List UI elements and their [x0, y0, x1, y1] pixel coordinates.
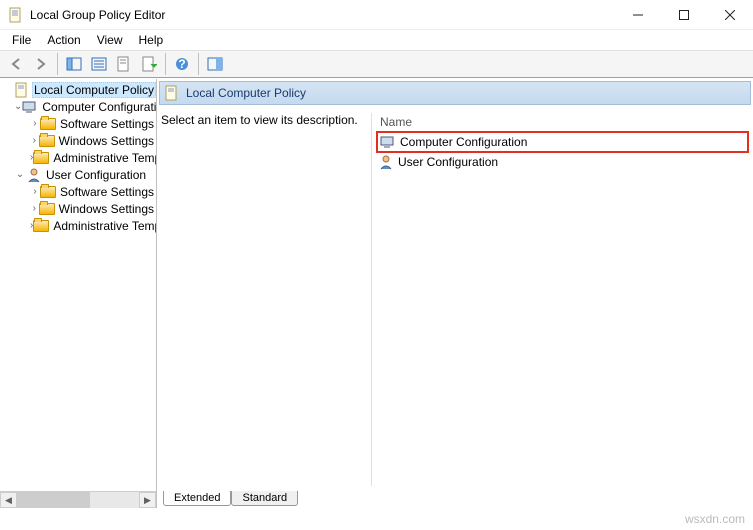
- tree-computer-configuration[interactable]: ⌄ Computer Configuration: [0, 98, 156, 115]
- workspace: Local Computer Policy ⌄ Computer Configu…: [0, 78, 753, 508]
- expand-icon[interactable]: ›: [30, 135, 39, 146]
- description-text: Select an item to view its description.: [161, 113, 371, 486]
- properties-button[interactable]: [112, 52, 136, 76]
- menu-action[interactable]: Action: [39, 31, 88, 49]
- scroll-track[interactable]: [17, 492, 139, 508]
- folder-icon: [39, 133, 55, 149]
- detail-header: Local Computer Policy: [159, 81, 751, 105]
- tree-admin-templates[interactable]: › Administrative Templates: [0, 149, 156, 166]
- menu-help[interactable]: Help: [131, 31, 172, 49]
- tree-label: Administrative Templates: [51, 151, 157, 165]
- policy-tree[interactable]: Local Computer Policy ⌄ Computer Configu…: [0, 79, 156, 234]
- tree-label: Software Settings: [58, 117, 156, 131]
- tree-root[interactable]: Local Computer Policy: [0, 81, 156, 98]
- expand-icon[interactable]: ›: [30, 118, 40, 129]
- toolbar-separator: [165, 53, 166, 75]
- policy-icon: [14, 82, 30, 98]
- tree-label: Software Settings: [58, 185, 156, 199]
- tab-standard[interactable]: Standard: [231, 491, 298, 506]
- forward-button[interactable]: [29, 52, 53, 76]
- folder-icon: [33, 218, 49, 234]
- tree-software-settings[interactable]: › Software Settings: [0, 115, 156, 132]
- tree-user-configuration[interactable]: ⌄ User Configuration: [0, 166, 156, 183]
- menu-file[interactable]: File: [4, 31, 39, 49]
- detail-pane: Local Computer Policy Select an item to …: [157, 79, 753, 508]
- title-bar: Local Group Policy Editor: [0, 0, 753, 30]
- expand-icon[interactable]: ›: [30, 203, 39, 214]
- tab-extended[interactable]: Extended: [163, 491, 231, 506]
- collapse-icon[interactable]: ⌄: [14, 101, 22, 112]
- window-title: Local Group Policy Editor: [30, 8, 615, 22]
- tree-horizontal-scrollbar[interactable]: ◀ ▶: [0, 491, 156, 508]
- toolbar: ?: [0, 50, 753, 78]
- watermark: wsxdn.com: [685, 512, 745, 526]
- tree-label: Windows Settings: [57, 202, 156, 216]
- scroll-thumb[interactable]: [17, 492, 90, 508]
- tree-admin-templates[interactable]: › Administrative Templates: [0, 217, 156, 234]
- list-item-user-configuration[interactable]: User Configuration: [376, 153, 749, 171]
- column-header-name[interactable]: Name: [376, 113, 749, 131]
- list-item-computer-configuration[interactable]: Computer Configuration: [376, 131, 749, 153]
- computer-icon: [380, 134, 396, 150]
- menu-bar: File Action View Help: [0, 30, 753, 50]
- detail-title: Local Computer Policy: [186, 86, 306, 100]
- tree-windows-settings[interactable]: › Windows Settings: [0, 132, 156, 149]
- tree-pane: Local Computer Policy ⌄ Computer Configu…: [0, 79, 157, 508]
- folder-icon: [40, 184, 56, 200]
- folder-icon: [40, 116, 56, 132]
- toolbar-separator: [198, 53, 199, 75]
- expand-icon[interactable]: ›: [30, 186, 40, 197]
- tree-label: Local Computer Policy: [32, 82, 156, 98]
- tree-label: User Configuration: [44, 168, 148, 182]
- menu-view[interactable]: View: [89, 31, 131, 49]
- toolbar-separator: [57, 53, 58, 75]
- list-item-label: Computer Configuration: [400, 135, 527, 149]
- help-button[interactable]: ?: [170, 52, 194, 76]
- maximize-button[interactable]: [661, 0, 707, 30]
- filter-button[interactable]: [203, 52, 227, 76]
- list-column: Name Computer Configuration User Configu…: [371, 113, 749, 486]
- tree-software-settings[interactable]: › Software Settings: [0, 183, 156, 200]
- folder-icon: [33, 150, 49, 166]
- detail-tabs: Extended Standard: [159, 486, 751, 506]
- tree-label: Computer Configuration: [40, 100, 157, 114]
- svg-text:?: ?: [178, 57, 185, 71]
- list-item-label: User Configuration: [398, 155, 498, 169]
- minimize-button[interactable]: [615, 0, 661, 30]
- detail-body: Select an item to view its description. …: [157, 105, 753, 486]
- computer-icon: [22, 99, 38, 115]
- show-hide-tree-button[interactable]: [62, 52, 86, 76]
- refresh-button[interactable]: [137, 52, 161, 76]
- tree-label: Windows Settings: [57, 134, 156, 148]
- scroll-left-button[interactable]: ◀: [0, 492, 17, 508]
- close-button[interactable]: [707, 0, 753, 30]
- export-list-button[interactable]: [87, 52, 111, 76]
- tree-label: Administrative Templates: [51, 219, 157, 233]
- folder-icon: [39, 201, 55, 217]
- collapse-icon[interactable]: ⌄: [14, 169, 26, 180]
- policy-icon: [164, 85, 180, 101]
- app-icon: [8, 7, 24, 23]
- tree-windows-settings[interactable]: › Windows Settings: [0, 200, 156, 217]
- user-icon: [378, 154, 394, 170]
- user-icon: [26, 167, 42, 183]
- back-button[interactable]: [4, 52, 28, 76]
- scroll-right-button[interactable]: ▶: [139, 492, 156, 508]
